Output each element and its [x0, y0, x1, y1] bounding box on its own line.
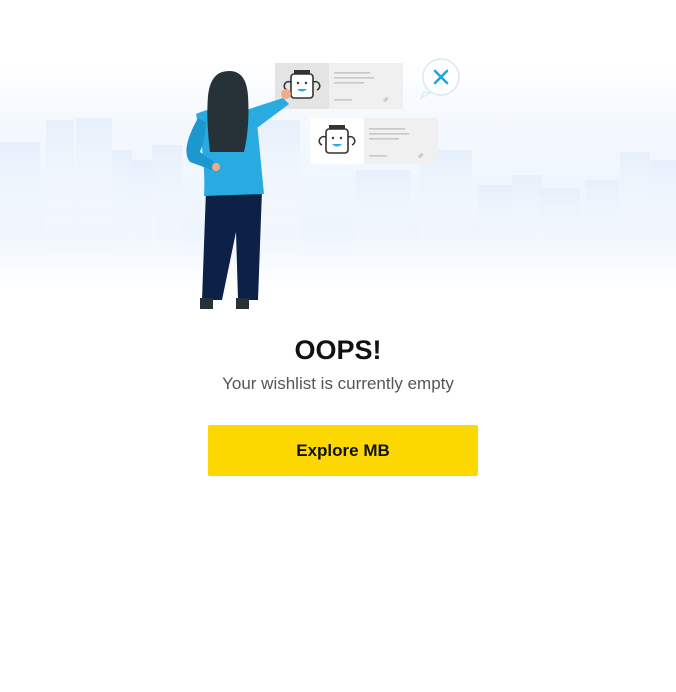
product-card-top: [275, 63, 403, 109]
empty-state-message: Your wishlist is currently empty: [222, 374, 454, 393]
empty-wishlist-illustration: [0, 58, 676, 309]
wishlist-empty-page: OOPS! Your wishlist is currently empty E…: [0, 0, 676, 692]
explore-button[interactable]: Explore MB: [208, 425, 478, 476]
product-card-bottom: [310, 118, 438, 164]
empty-state-heading: OOPS!: [294, 335, 382, 365]
